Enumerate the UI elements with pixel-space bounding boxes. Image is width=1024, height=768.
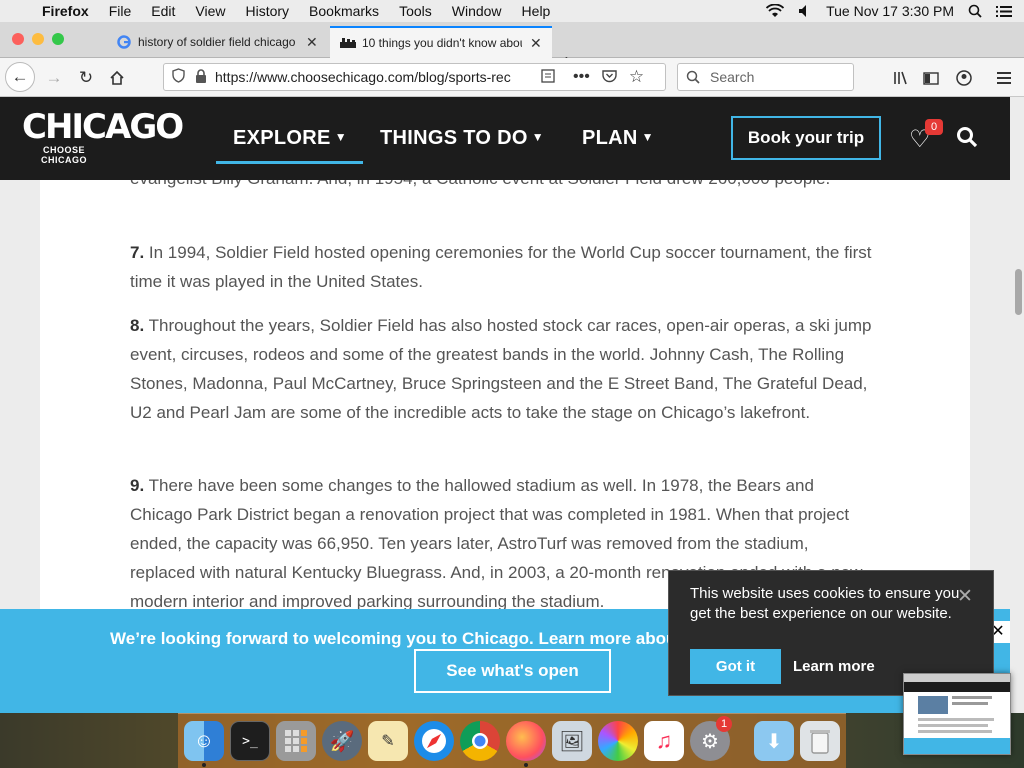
menu-view[interactable]: View — [185, 3, 235, 19]
system-preferences-badge: 1 — [716, 716, 732, 732]
close-icon[interactable]: ✕ — [957, 585, 973, 608]
tab-bar: history of soldier field chicago ✕ 10 th… — [0, 22, 1024, 75]
google-icon — [116, 34, 132, 50]
page-actions-icon[interactable]: ••• — [573, 68, 590, 86]
choose-chicago-logo[interactable]: CHICAGO CHOOSE CHICAGO — [22, 107, 184, 165]
book-your-trip-button[interactable]: Book your trip — [731, 116, 881, 160]
web-content: 6. There have also been religious events… — [0, 97, 1024, 713]
tab-title: 10 things you didn't know about — [362, 36, 522, 50]
logo-tagline: CHOOSE CHICAGO — [41, 145, 87, 165]
browser-toolbar: ← → ↻ https://www.choosechicago.com/blog… — [0, 58, 1024, 97]
back-arrow-icon[interactable]: ← — [5, 62, 35, 92]
paragraph-text: In 1994, Soldier Field hosted opening ce… — [130, 243, 872, 291]
page-scrollbar[interactable] — [1015, 269, 1022, 315]
library-icon[interactable] — [887, 64, 915, 92]
volume-icon[interactable] — [798, 4, 812, 18]
article-paragraph-7: 7. In 1994, Soldier Field hosted opening… — [130, 238, 878, 296]
site-header: CHICAGO CHOOSE CHICAGO EXPLORE ▼ THINGS T… — [0, 97, 1010, 180]
tab-close-icon[interactable]: ✕ — [306, 34, 318, 51]
article-paragraph-8: 8. Throughout the years, Soldier Field h… — [130, 311, 878, 427]
nav-label: PLAN — [582, 127, 638, 149]
close-window-button[interactable] — [12, 33, 24, 45]
see-whats-open-button[interactable]: See what's open — [414, 649, 611, 693]
spotlight-search-icon[interactable] — [968, 4, 982, 18]
site-search-icon[interactable] — [956, 126, 978, 153]
menu-file[interactable]: File — [99, 3, 142, 19]
mac-menu-bar: Firefox File Edit View History Bookmarks… — [0, 0, 1024, 22]
nav-label: EXPLORE — [233, 127, 331, 149]
account-icon[interactable] — [950, 64, 978, 92]
tracking-shield-icon[interactable] — [172, 68, 185, 86]
sidebar-icon[interactable] — [917, 64, 945, 92]
screenshot-thumbnail[interactable] — [903, 673, 1011, 755]
search-placeholder: Search — [710, 69, 755, 85]
menu-tools[interactable]: Tools — [389, 3, 442, 19]
learn-more-link[interactable]: Learn more — [793, 658, 875, 675]
caret-down-icon: ▼ — [641, 130, 654, 144]
reload-icon[interactable]: ↻ — [72, 64, 100, 92]
terminal-icon[interactable]: >_ — [230, 721, 270, 761]
got-it-button[interactable]: Got it — [690, 649, 781, 684]
pocket-icon[interactable] — [602, 69, 617, 86]
launchpad-icon[interactable]: 🚀 — [322, 721, 362, 761]
running-indicator — [202, 763, 206, 767]
tab-history-soldier-field[interactable]: history of soldier field chicago ✕ — [106, 26, 328, 58]
safari-icon[interactable] — [414, 721, 454, 761]
paragraph-number: 9. — [130, 476, 145, 495]
minimize-window-button[interactable] — [32, 33, 44, 45]
lock-icon[interactable] — [195, 68, 207, 86]
active-nav-underline — [216, 161, 363, 164]
logo-wordmark: CHICAGO — [22, 107, 184, 147]
hamburger-menu-icon[interactable] — [990, 64, 1018, 92]
chrome-icon[interactable] — [460, 721, 500, 761]
nav-plan[interactable]: PLAN ▼ — [582, 127, 654, 150]
reader-view-icon[interactable] — [541, 68, 555, 86]
menu-help[interactable]: Help — [512, 3, 561, 19]
nav-label: THINGS TO DO — [380, 127, 528, 149]
cookie-message: This website uses cookies to ensure you … — [690, 585, 960, 622]
choose-chicago-icon — [340, 35, 356, 51]
dock: ☺ >_ 🚀 ✎ 🖼 ♫ ⚙ ⬇ — [178, 713, 846, 768]
calculator-icon[interactable] — [276, 721, 316, 761]
search-icon — [686, 70, 700, 84]
menu-app-name[interactable]: Firefox — [38, 3, 99, 19]
zoom-window-button[interactable] — [52, 33, 64, 45]
tab-10-things[interactable]: 10 things you didn't know about ✕ — [330, 26, 552, 58]
menu-clock[interactable]: Tue Nov 17 3:30 PM — [826, 3, 954, 19]
caret-down-icon: ▼ — [334, 130, 347, 144]
tab-close-icon[interactable]: ✕ — [530, 35, 542, 52]
photos-icon[interactable] — [598, 721, 638, 761]
caret-down-icon: ▼ — [531, 130, 544, 144]
home-icon[interactable] — [103, 64, 131, 92]
menu-edit[interactable]: Edit — [141, 3, 185, 19]
wifi-icon[interactable] — [766, 4, 785, 18]
favorites-count-badge: 0 — [925, 119, 943, 135]
textedit-icon[interactable]: ✎ — [368, 721, 408, 761]
paragraph-text: Throughout the years, Soldier Field has … — [130, 316, 872, 422]
paragraph-number: 8. — [130, 316, 145, 335]
nav-things-to-do[interactable]: THINGS TO DO ▼ — [380, 127, 544, 150]
forward-arrow-icon[interactable]: → — [40, 64, 68, 92]
menu-history[interactable]: History — [235, 3, 299, 19]
music-icon[interactable]: ♫ — [644, 721, 684, 761]
downloads-folder-icon[interactable]: ⬇ — [754, 721, 794, 761]
preview-icon[interactable]: 🖼 — [552, 721, 592, 761]
menu-bookmarks[interactable]: Bookmarks — [299, 3, 389, 19]
nav-explore[interactable]: EXPLORE ▼ — [233, 127, 347, 150]
bookmark-star-icon[interactable]: ☆ — [629, 67, 644, 87]
tab-title: history of soldier field chicago — [138, 35, 296, 49]
url-text: https://www.choosechicago.com/blog/sport… — [215, 69, 511, 85]
search-input[interactable]: Search — [677, 63, 854, 91]
paragraph-number: 7. — [130, 243, 145, 262]
notification-center-icon[interactable] — [996, 5, 1012, 18]
menu-window[interactable]: Window — [442, 3, 512, 19]
firefox-icon[interactable] — [506, 721, 546, 761]
running-indicator — [524, 763, 528, 767]
trash-icon[interactable] — [800, 721, 840, 761]
url-bar[interactable]: https://www.choosechicago.com/blog/sport… — [163, 63, 666, 91]
finder-icon[interactable]: ☺ — [184, 721, 224, 761]
